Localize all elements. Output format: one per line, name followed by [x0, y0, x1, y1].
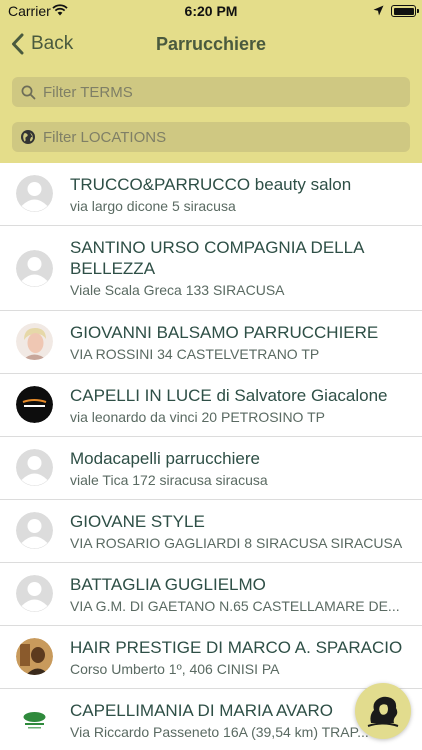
item-address: VIA G.M. DI GAETANO N.65 CASTELLAMARE DE… — [70, 598, 400, 614]
item-name: GIOVANE STYLE — [70, 512, 205, 531]
item-name: HAIR PRESTIGE DI MARCO A. SPARACIO — [70, 638, 403, 657]
item-name: SANTINO URSO COMPAGNIA DELLA BELLEZZA — [70, 238, 364, 278]
back-button[interactable]: Back — [6, 22, 73, 66]
item-address: via leonardo da vinci 20 PETROSINO TP — [70, 409, 325, 425]
list-item[interactable]: BATTAGLIA GUGLIELMO VIA G.M. DI GAETANO … — [0, 563, 422, 626]
navigation-bar: Back Parrucchiere — [0, 22, 422, 66]
default-avatar-icon — [16, 175, 53, 212]
header: Carrier 6:20 PM Back Parrucchiere — [0, 0, 422, 163]
list-item[interactable]: TRUCCO&PARRUCCO beauty salon via largo d… — [0, 163, 422, 226]
item-name: BATTAGLIA GUGLIELMO — [70, 575, 266, 594]
item-address: via largo dicone 5 siracusa — [70, 198, 236, 214]
floating-action-button[interactable] — [355, 683, 411, 739]
item-address: Via Riccardo Passeneto 16A (39,54 km) TR… — [70, 724, 369, 740]
globe-icon — [20, 129, 36, 145]
filter-locations-field[interactable] — [12, 122, 410, 152]
battery-icon — [391, 5, 419, 17]
filter-locations-input[interactable] — [43, 123, 393, 151]
item-name: GIOVANNI BALSAMO PARRUCCHIERE — [70, 323, 379, 342]
search-icon — [20, 84, 36, 100]
back-label: Back — [31, 33, 74, 54]
list-item[interactable]: CAPELLI IN LUCE di Salvatore Giacalone v… — [0, 374, 422, 437]
list-item[interactable]: GIOVANE STYLE VIA ROSARIO GAGLIARDI 8 SI… — [0, 500, 422, 563]
list-item[interactable]: SANTINO URSO COMPAGNIA DELLA BELLEZZA Vi… — [0, 226, 422, 311]
item-name: CAPELLI IN LUCE di Salvatore Giacalone — [70, 386, 388, 405]
default-avatar-icon — [16, 449, 53, 486]
silhouette-logo-icon — [367, 696, 399, 727]
clock: 6:20 PM — [184, 3, 238, 19]
default-avatar-icon — [16, 575, 53, 612]
photo — [16, 638, 53, 675]
chevron-left-icon — [6, 22, 28, 66]
default-avatar-icon — [16, 250, 53, 287]
location-arrow-icon — [373, 5, 384, 16]
item-address: Viale Scala Greca 133 SIRACUSA — [70, 282, 285, 298]
filter-terms-input[interactable] — [43, 78, 393, 106]
salon-list: TRUCCO&PARRUCCO beauty salon via largo d… — [0, 163, 422, 750]
item-address: VIA ROSSINI 34 CASTELVETRANO TP — [70, 346, 320, 362]
item-name: Modacapelli parrucchiere — [70, 449, 260, 468]
item-name: TRUCCO&PARRUCCO beauty salon — [70, 175, 352, 194]
list-item[interactable]: Modacapelli parrucchiere viale Tica 172 … — [0, 437, 422, 500]
list-item[interactable]: HAIR PRESTIGE DI MARCO A. SPARACIO Corso… — [0, 626, 422, 689]
default-avatar-icon — [16, 512, 53, 549]
list-item[interactable]: GIOVANNI BALSAMO PARRUCCHIERE VIA ROSSIN… — [0, 311, 422, 374]
item-address: viale Tica 172 siracusa siracusa — [70, 472, 268, 488]
filter-terms-field[interactable] — [12, 77, 410, 107]
status-bar: Carrier 6:20 PM — [0, 0, 422, 22]
green-logo — [16, 701, 53, 738]
portrait-photo — [16, 323, 53, 360]
logo-badge — [16, 386, 53, 423]
item-address: Corso Umberto 1º, 406 CINISI PA — [70, 661, 280, 677]
item-address: VIA ROSARIO GAGLIARDI 8 SIRACUSA SIRACUS… — [70, 535, 403, 551]
